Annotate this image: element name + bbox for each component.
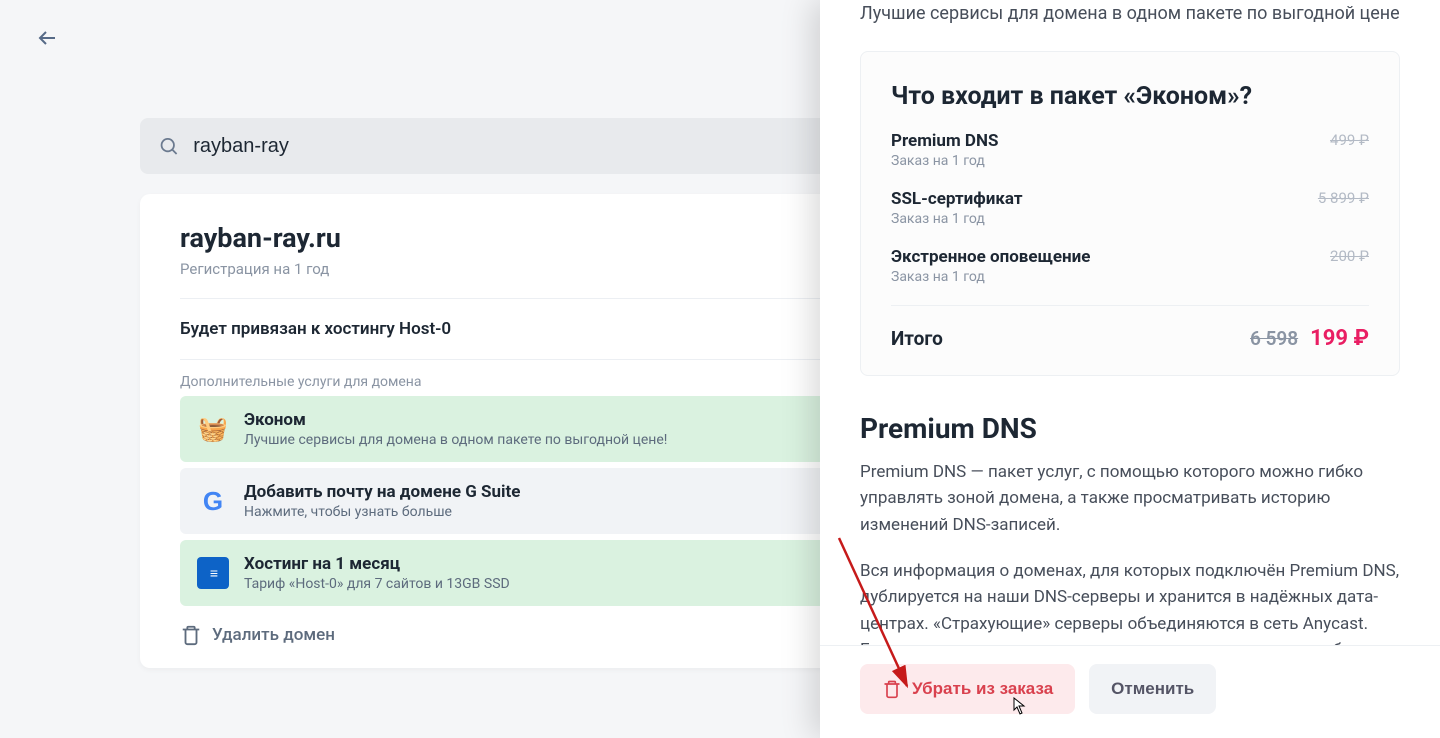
package-item-price-old: 5 899 ₽ — [1318, 189, 1369, 207]
remove-label: Убрать из заказа — [912, 679, 1053, 699]
package-item-price-old: 200 ₽ — [1330, 247, 1369, 265]
package-item-title: Экстренное оповещение — [891, 247, 1090, 267]
package-item: Экстренное оповещение Заказ на 1 год 200… — [891, 247, 1369, 285]
hosting-bind-label: Будет привязан к хостингу Host-0 — [180, 319, 451, 339]
premium-dns-title: Premium DNS — [860, 412, 1400, 445]
package-item-title: Premium DNS — [891, 131, 998, 151]
package-item-sub: Заказ на 1 год — [891, 211, 1023, 227]
trash-icon — [180, 624, 202, 646]
package-total-label: Итого — [891, 327, 943, 350]
google-icon: G — [196, 484, 230, 518]
package-box: Что входит в пакет «Эконом»? Premium DNS… — [860, 51, 1400, 376]
package-item-title: SSL-сертификат — [891, 189, 1023, 209]
delete-domain-label: Удалить домен — [212, 625, 335, 645]
panel-description: Лучшие сервисы для домена в одном пакете… — [860, 0, 1400, 27]
package-title: Что входит в пакет «Эконом»? — [891, 82, 1369, 111]
search-icon — [158, 135, 179, 157]
premium-dns-paragraph: Premium DNS — пакет услуг, с помощью кот… — [860, 459, 1400, 538]
server-icon: ≡ — [196, 556, 230, 590]
panel-footer: Убрать из заказа Отменить — [820, 645, 1440, 738]
package-item: SSL-сертификат Заказ на 1 год 5 899 ₽ — [891, 189, 1369, 227]
package-total-old: 6 598 — [1250, 327, 1298, 350]
cancel-label: Отменить — [1111, 679, 1194, 699]
package-total-row: Итого 6 598 199 ₽ — [891, 305, 1369, 351]
econom-side-panel: Лучшие сервисы для домена в одном пакете… — [820, 0, 1440, 738]
cancel-button[interactable]: Отменить — [1089, 664, 1216, 714]
arrow-left-icon — [36, 26, 60, 50]
package-item: Premium DNS Заказ на 1 год 499 ₽ — [891, 131, 1369, 169]
back-button[interactable] — [36, 26, 60, 54]
package-item-sub: Заказ на 1 год — [891, 269, 1090, 285]
package-total-new: 199 ₽ — [1310, 326, 1369, 351]
package-item-price-old: 499 ₽ — [1330, 131, 1369, 149]
premium-dns-paragraph: Вся информация о доменах, для которых по… — [860, 558, 1400, 645]
trash-icon — [882, 679, 902, 699]
remove-from-order-button[interactable]: Убрать из заказа — [860, 664, 1075, 714]
basket-icon: 🧺 — [196, 412, 230, 446]
package-item-sub: Заказ на 1 год — [891, 153, 998, 169]
